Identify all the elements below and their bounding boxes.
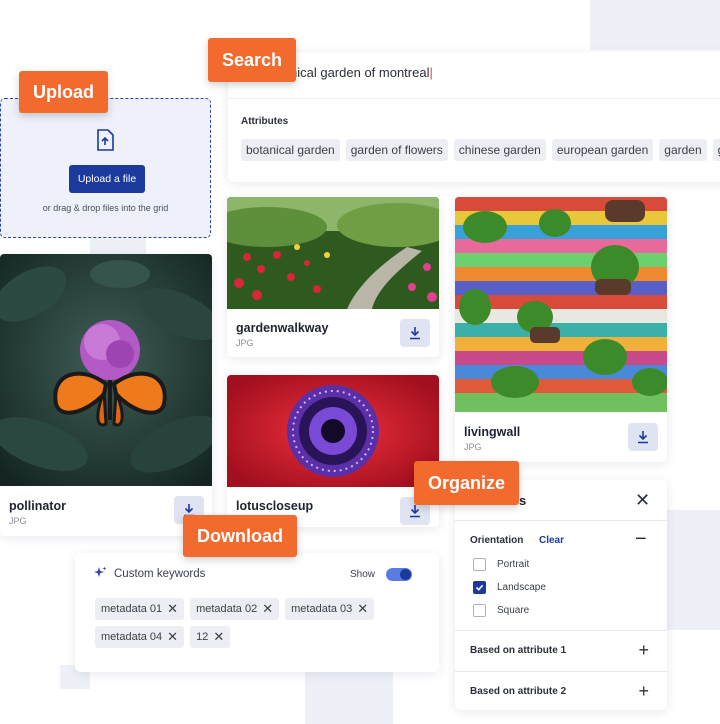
option-label: Portrait [497,559,530,570]
show-label: Show [350,569,376,580]
option-label: Landscape [497,582,546,593]
upload-dropzone[interactable]: Upload a file or drag & drop files into … [0,98,211,238]
asset-name: gardenwalkway [236,321,329,335]
attribute-section[interactable]: Based on attribute 1 + [455,630,667,671]
keyword-label: metadata 04 [101,631,163,643]
collapse-icon[interactable]: − [635,528,647,551]
asset-name: lotuscloseup [236,499,314,513]
asset-type: JPG [464,442,482,452]
background-shape [590,0,720,50]
asset-thumbnail [0,254,212,486]
download-icon [638,431,648,444]
remove-tag-icon[interactable]: ✕ [213,630,224,643]
download-icon [410,327,420,340]
background-shape [90,236,146,256]
attribute-chip[interactable]: garden of flowers [345,139,448,161]
background-shape [305,670,393,724]
keyword-tags: metadata 01 ✕ metadata 02 ✕ metadata 03 ✕ meta… [95,598,395,654]
attribute-chip[interactable]: european garden [551,139,654,161]
keyword-label: 12 [196,631,209,643]
orientation-option-square[interactable]: Square [473,604,529,617]
asset-name: livingwall [464,425,521,439]
download-button[interactable] [628,423,658,451]
search-panel: nical garden of montreal| Attributes bot… [228,52,720,182]
orientation-option-portrait[interactable]: Portrait [473,558,529,571]
asset-thumbnail [455,197,667,412]
sparkle-icon [93,566,107,585]
keyword-label: metadata 03 [291,603,353,615]
remove-tag-icon[interactable]: ✕ [262,602,273,615]
attribute-section-label: Based on attribute 1 [470,645,567,656]
expand-icon[interactable]: + [638,681,649,702]
search-input[interactable]: nical garden of montreal| [290,65,433,80]
download-icon [410,505,420,518]
asset-type: JPG [9,516,27,526]
attribute-section-label: Based on attribute 2 [470,686,567,697]
keyword-label: metadata 02 [196,603,258,615]
asset-card[interactable]: lotuscloseup [227,375,439,527]
checkbox[interactable] [473,604,486,617]
checkbox-checked[interactable] [473,581,486,594]
show-toggle[interactable] [386,568,412,581]
custom-keywords-panel: Custom keywords Show metadata 01 ✕ metadat… [75,553,439,672]
checkbox[interactable] [473,558,486,571]
upload-hint: or drag & drop files into the grid [42,203,169,213]
asset-thumbnail [227,375,439,487]
keyword-tag[interactable]: metadata 04 ✕ [95,626,185,648]
keyword-tag[interactable]: metadata 02 ✕ [190,598,280,620]
remove-tag-icon[interactable]: ✕ [167,630,178,643]
asset-card[interactable]: gardenwalkway JPG [227,197,439,357]
asset-name: pollinator [9,499,66,513]
filters-title: s [519,493,527,508]
asset-card[interactable]: pollinator JPG [0,254,212,536]
close-icon[interactable]: ✕ [635,490,650,511]
asset-card[interactable]: livingwall JPG [455,197,667,462]
asset-type: JPG [236,338,254,348]
organize-badge: Organize [414,461,520,505]
attribute-chip[interactable]: gardenn [712,139,720,161]
orientation-option-landscape[interactable]: Landscape [473,581,546,594]
custom-keywords-title: Custom keywords [114,568,206,580]
background-shape [666,510,720,630]
filters-panel: s ✕ Orientation Clear − Portrait Landsca… [455,480,667,710]
keyword-label: metadata 01 [101,603,163,615]
upload-file-button[interactable]: Upload a file [69,165,145,193]
remove-tag-icon[interactable]: ✕ [167,602,178,615]
clear-link[interactable]: Clear [539,535,564,546]
download-badge: Download [183,515,297,557]
keyword-tag[interactable]: 12 ✕ [190,626,231,648]
attribute-chip[interactable]: chinese garden [453,139,546,161]
expand-icon[interactable]: + [638,640,649,661]
search-query: nical garden of montreal [290,65,430,80]
attribute-chip[interactable]: garden [659,139,707,161]
attributes-label: Attributes [241,116,289,127]
keyword-tag[interactable]: metadata 03 ✕ [285,598,375,620]
orientation-label: Orientation [470,535,524,546]
remove-tag-icon[interactable]: ✕ [357,602,368,615]
attribute-chip[interactable]: botanical garden [241,139,340,161]
upload-badge: Upload [19,71,108,113]
download-button[interactable] [400,319,430,347]
keyword-tag[interactable]: metadata 01 ✕ [95,598,185,620]
search-badge: Search [208,38,297,82]
asset-thumbnail [227,197,439,309]
attribute-chips: botanical garden garden of flowers chinese… [241,139,720,161]
attribute-section[interactable]: Based on attribute 2 + [455,671,667,710]
upload-file-icon [96,129,114,156]
option-label: Square [497,605,530,616]
